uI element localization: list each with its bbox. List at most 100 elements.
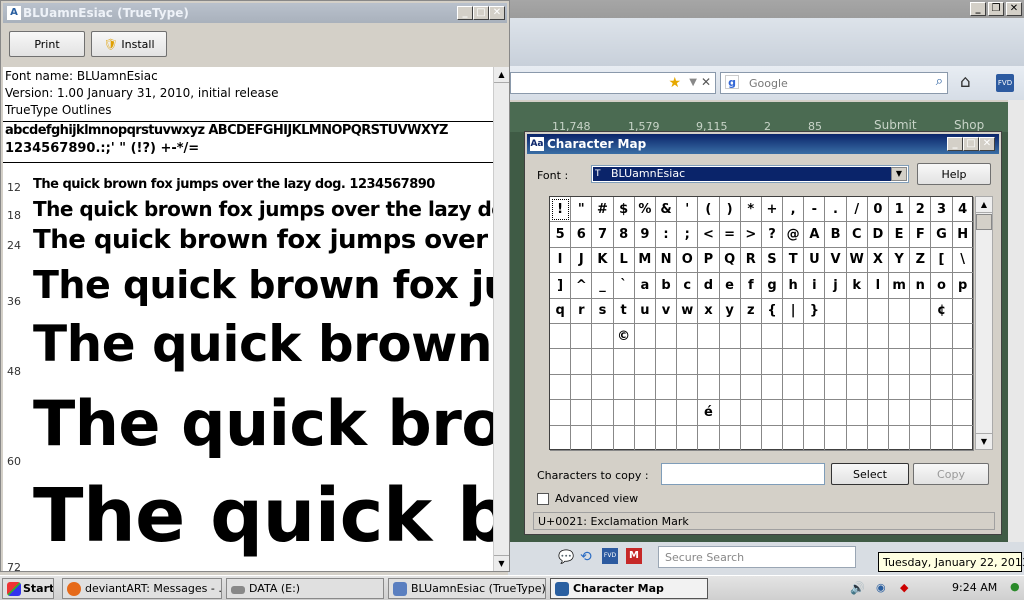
char-cell[interactable] bbox=[719, 349, 741, 375]
char-cell[interactable] bbox=[634, 400, 656, 426]
character-grid-scrollbar[interactable]: ▲ ▼ bbox=[975, 196, 993, 450]
char-cell[interactable]: O bbox=[677, 247, 699, 274]
char-cell[interactable] bbox=[846, 400, 868, 426]
char-cell[interactable] bbox=[719, 400, 741, 426]
char-cell[interactable] bbox=[867, 298, 889, 324]
char-cell[interactable]: W bbox=[846, 247, 868, 274]
char-cell[interactable] bbox=[592, 400, 614, 426]
char-cell[interactable]: l bbox=[867, 273, 889, 299]
char-cell[interactable]: D bbox=[867, 222, 889, 248]
char-cell[interactable]: | bbox=[783, 298, 805, 324]
char-cell[interactable] bbox=[783, 349, 805, 375]
char-cell[interactable] bbox=[571, 349, 593, 375]
char-cell[interactable]: 7 bbox=[592, 222, 614, 248]
start-button[interactable]: Start bbox=[2, 578, 54, 599]
char-cell[interactable] bbox=[931, 349, 953, 375]
char-cell[interactable]: r bbox=[571, 298, 593, 324]
char-cell[interactable]: q bbox=[550, 298, 572, 324]
char-cell[interactable] bbox=[571, 374, 593, 401]
char-cell[interactable]: j bbox=[825, 273, 847, 299]
char-cell[interactable] bbox=[634, 425, 656, 451]
char-cell[interactable]: u bbox=[634, 298, 656, 324]
char-cell[interactable]: $ bbox=[613, 197, 635, 223]
char-cell[interactable] bbox=[952, 374, 974, 401]
char-cell[interactable] bbox=[655, 425, 678, 451]
characters-to-copy-input[interactable] bbox=[661, 463, 825, 485]
char-cell[interactable]: : bbox=[655, 222, 678, 248]
char-cell[interactable] bbox=[592, 374, 614, 401]
char-cell[interactable] bbox=[889, 425, 911, 451]
char-cell[interactable] bbox=[825, 323, 847, 350]
char-cell[interactable] bbox=[698, 349, 720, 375]
char-cell[interactable]: " bbox=[571, 197, 593, 223]
char-cell[interactable] bbox=[952, 425, 974, 451]
char-cell[interactable]: Q bbox=[719, 247, 741, 274]
close-icon[interactable]: ✕ bbox=[701, 75, 711, 89]
char-cell[interactable]: N bbox=[655, 247, 678, 274]
char-cell[interactable]: i bbox=[804, 273, 826, 299]
char-cell[interactable]: h bbox=[783, 273, 805, 299]
char-cell[interactable] bbox=[846, 298, 868, 324]
char-cell[interactable] bbox=[910, 400, 932, 426]
font-viewer-scrollbar[interactable]: ▲ ▼ bbox=[493, 67, 509, 571]
search-icon[interactable]: ⌕ bbox=[936, 74, 943, 89]
char-cell[interactable] bbox=[613, 349, 635, 375]
char-cell[interactable]: ! bbox=[550, 197, 572, 223]
char-cell[interactable] bbox=[846, 374, 868, 401]
advanced-view-checkbox[interactable] bbox=[537, 492, 549, 505]
clock[interactable]: 9:24 AM bbox=[952, 581, 997, 594]
char-cell[interactable] bbox=[825, 374, 847, 401]
home-icon[interactable]: ⌂ bbox=[960, 72, 971, 92]
taskbar-item-browser[interactable]: deviantART: Messages - ... bbox=[62, 578, 222, 599]
char-cell[interactable] bbox=[846, 349, 868, 375]
scroll-thumb[interactable] bbox=[976, 214, 992, 230]
char-cell[interactable]: * bbox=[740, 197, 762, 223]
char-cell[interactable]: Z bbox=[910, 247, 932, 274]
char-cell[interactable]: G bbox=[931, 222, 953, 248]
char-cell[interactable]: V bbox=[825, 247, 847, 274]
char-cell[interactable] bbox=[634, 374, 656, 401]
char-cell[interactable] bbox=[613, 425, 635, 451]
minimize-button[interactable]: _ bbox=[947, 137, 963, 151]
minimize-button[interactable]: _ bbox=[970, 2, 986, 16]
char-cell[interactable]: b bbox=[655, 273, 678, 299]
char-cell[interactable] bbox=[761, 400, 784, 426]
char-cell[interactable] bbox=[571, 323, 593, 350]
char-cell[interactable]: ^ bbox=[571, 273, 593, 299]
char-cell[interactable]: F bbox=[910, 222, 932, 248]
char-cell[interactable]: E bbox=[889, 222, 911, 248]
security-icon[interactable]: ◆ bbox=[900, 581, 908, 594]
char-cell[interactable]: . bbox=[825, 197, 847, 223]
char-cell[interactable]: P bbox=[698, 247, 720, 274]
char-cell[interactable] bbox=[825, 425, 847, 451]
char-cell[interactable] bbox=[592, 349, 614, 375]
font-select[interactable]: T BLUamnEsiac ▼ bbox=[591, 165, 909, 183]
char-cell[interactable] bbox=[783, 400, 805, 426]
char-cell[interactable]: v bbox=[655, 298, 678, 324]
char-cell[interactable] bbox=[931, 374, 953, 401]
char-cell[interactable]: + bbox=[761, 197, 784, 223]
minimize-button[interactable]: _ bbox=[457, 6, 473, 20]
close-button[interactable]: ✕ bbox=[979, 137, 995, 151]
char-cell[interactable] bbox=[634, 323, 656, 350]
char-cell[interactable] bbox=[804, 400, 826, 426]
char-cell[interactable] bbox=[677, 425, 699, 451]
char-cell[interactable] bbox=[613, 400, 635, 426]
char-cell[interactable]: = bbox=[719, 222, 741, 248]
char-cell[interactable] bbox=[698, 374, 720, 401]
char-cell[interactable] bbox=[867, 349, 889, 375]
char-cell[interactable] bbox=[613, 374, 635, 401]
char-cell[interactable] bbox=[910, 298, 932, 324]
char-cell[interactable]: x bbox=[698, 298, 720, 324]
char-cell[interactable] bbox=[952, 323, 974, 350]
char-cell[interactable]: 8 bbox=[613, 222, 635, 248]
char-cell[interactable] bbox=[910, 425, 932, 451]
char-cell[interactable]: # bbox=[592, 197, 614, 223]
char-cell[interactable]: - bbox=[804, 197, 826, 223]
char-cell[interactable] bbox=[867, 323, 889, 350]
char-cell[interactable]: _ bbox=[592, 273, 614, 299]
advanced-view-checkbox-row[interactable]: Advanced view bbox=[537, 492, 638, 505]
char-cell[interactable] bbox=[889, 323, 911, 350]
char-cell[interactable] bbox=[655, 323, 678, 350]
char-cell[interactable] bbox=[550, 349, 572, 375]
